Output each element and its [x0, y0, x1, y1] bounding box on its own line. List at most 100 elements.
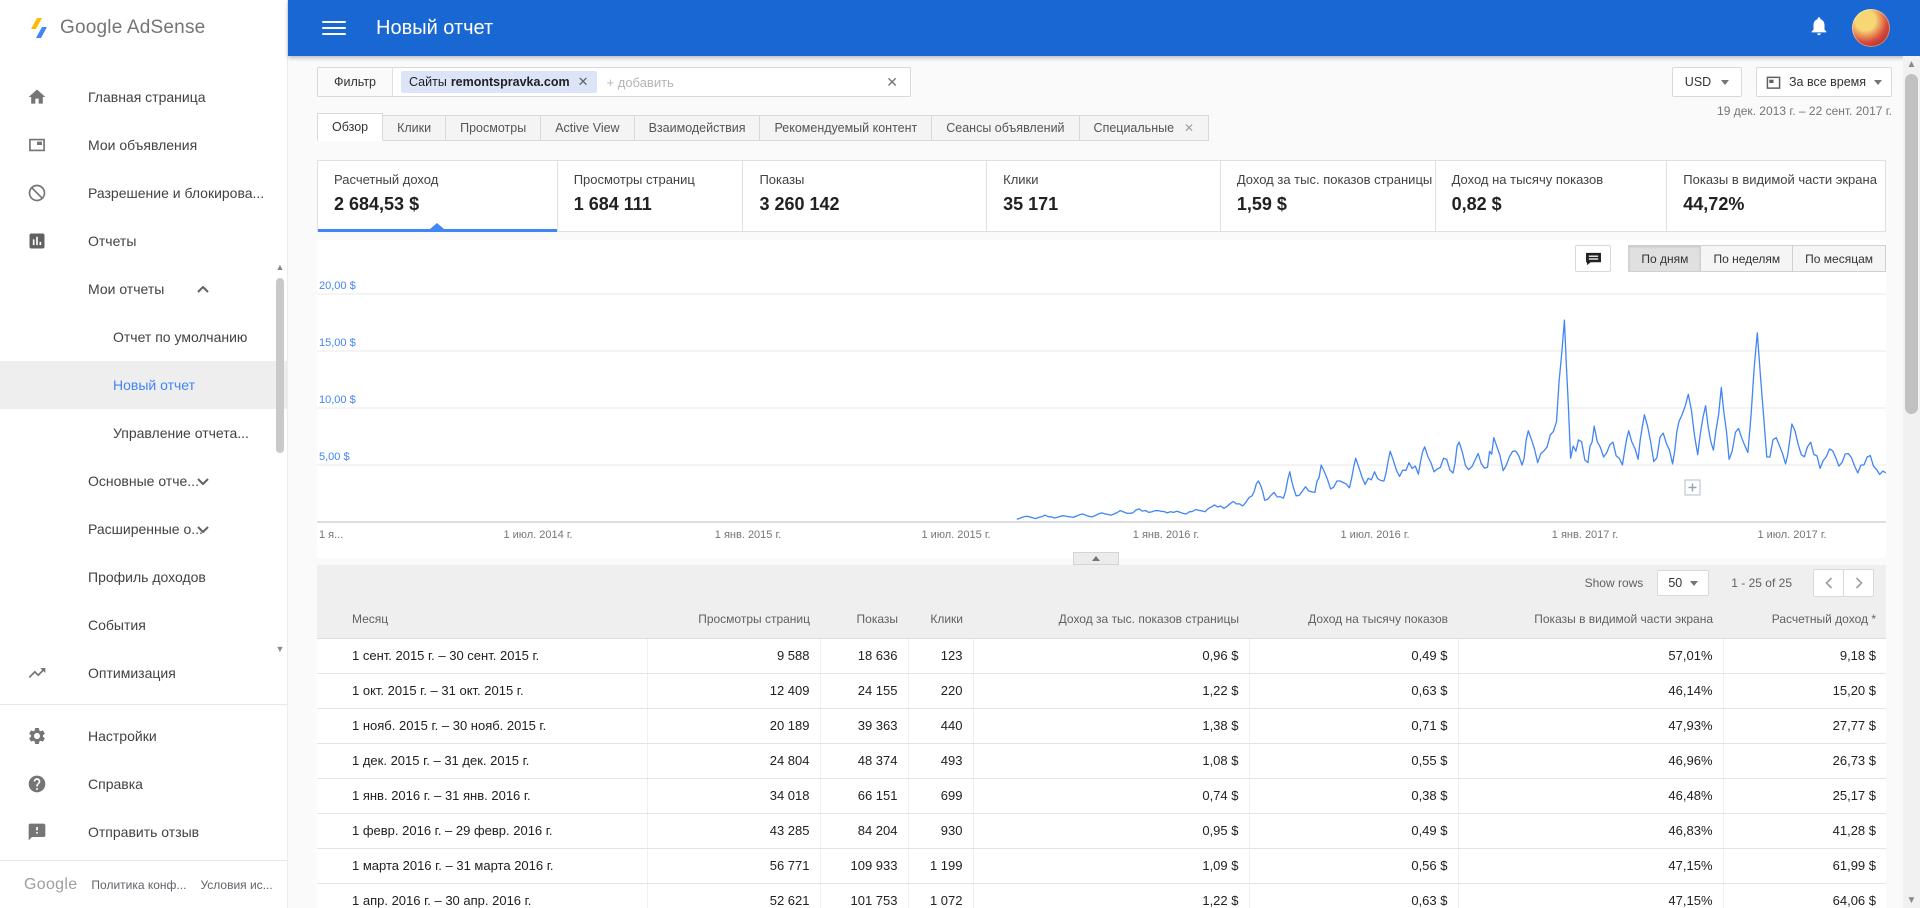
sidebar-item-feedback[interactable]: Отправить отзыв: [0, 808, 287, 856]
metric-card-estimated-earnings[interactable]: Расчетный доход 2 684,53 $: [318, 161, 558, 232]
col-header-clicks[interactable]: Клики: [908, 601, 973, 639]
scroll-up-icon[interactable]: ▲: [275, 262, 285, 272]
tab-ad-sessions[interactable]: Сеансы объявлений: [931, 115, 1080, 141]
metric-label: Расчетный доход: [334, 172, 439, 187]
notifications-bell-icon[interactable]: [1808, 15, 1830, 42]
user-avatar[interactable]: [1852, 9, 1890, 47]
col-header-page-views[interactable]: Просмотры страниц: [647, 601, 820, 639]
add-filter-placeholder[interactable]: + добавить: [607, 75, 674, 90]
metric-card-page-views[interactable]: Просмотры страниц 1 684 111: [558, 161, 744, 231]
cell: 699: [907, 778, 973, 814]
page-scrollbar[interactable]: ▲ ▼: [1903, 56, 1920, 908]
sidebar-scrollbar[interactable]: ▲ ▼: [275, 262, 285, 654]
prev-page-button[interactable]: [1813, 569, 1844, 597]
metric-card-viewability[interactable]: Показы в видимой части экрана 44,72%: [1667, 161, 1885, 231]
cell: 41,28 $: [1722, 813, 1886, 849]
col-header-viewability[interactable]: Показы в видимой части экрана: [1458, 601, 1723, 639]
scroll-down-icon[interactable]: ▼: [1903, 892, 1920, 908]
table-row: 1 марта 2016 г. – 31 марта 2016 г. 56 771…: [317, 848, 1886, 884]
tab-custom[interactable]: Специальные ✕: [1078, 115, 1210, 141]
sidebar-item-manage-reports[interactable]: Управление отчета...: [0, 409, 287, 457]
col-header-estimated-earnings[interactable]: Расчетный доход *: [1723, 601, 1886, 639]
tab-overview[interactable]: Обзор: [317, 113, 384, 141]
toggle-by-week[interactable]: По неделям: [1700, 245, 1794, 272]
sidebar-item-my-reports[interactable]: Мои отчеты: [0, 265, 287, 313]
tab-views[interactable]: Просмотры: [445, 115, 542, 141]
tab-recommended-content[interactable]: Рекомендуемый контент: [759, 115, 933, 141]
sidebar-item-advanced-reports[interactable]: Расширенные о...: [0, 505, 287, 553]
date-range-dropdown[interactable]: За все время: [1756, 67, 1892, 97]
tab-clicks[interactable]: Клики: [382, 115, 447, 141]
y-tick: 5,00 $: [319, 451, 350, 463]
sidebar-item-events[interactable]: События: [0, 601, 287, 649]
annotations-button[interactable]: [1575, 245, 1612, 272]
sidebar-item-home[interactable]: Главная страница: [0, 73, 287, 121]
sidebar-item-optimization[interactable]: Оптимизация: [0, 649, 287, 697]
sidebar-item-label: Отчет по умолчанию: [113, 329, 248, 345]
rows-per-page-select[interactable]: 50: [1657, 570, 1710, 596]
scroll-thumb[interactable]: [1905, 74, 1918, 414]
tab-label: Клики: [397, 121, 432, 135]
cell: 0,63 $: [1248, 673, 1458, 709]
x-tick: 1 янв. 2015 г.: [715, 529, 781, 541]
toggle-by-day[interactable]: По дням: [1628, 245, 1702, 272]
reports-icon: [26, 230, 48, 252]
sidebar-item-blocking[interactable]: Разрешение и блокирова...: [0, 169, 287, 217]
sidebar-item-revenue-profile[interactable]: Профиль доходов: [0, 553, 287, 601]
sidebar-item-label: Мои отчеты: [88, 281, 165, 297]
currency-dropdown[interactable]: USD: [1672, 67, 1742, 97]
earnings-line-chart[interactable]: 20,00 $ 15,00 $ 10,00 $ 5,00 $ 1 я... 1 …: [317, 280, 1886, 550]
scroll-down-icon[interactable]: ▼: [275, 644, 285, 654]
col-header-month[interactable]: Месяц: [317, 601, 647, 639]
google-footer-logo: Google: [24, 875, 78, 893]
col-header-impression-rpm[interactable]: Доход на тысячу показов: [1249, 601, 1458, 639]
privacy-link[interactable]: Политика конф...: [91, 878, 186, 892]
cell-month: 1 февр. 2016 г. – 29 февр. 2016 г.: [317, 813, 647, 849]
report-content: Фильтр Сайты remontspravka.com ✕ + добав…: [288, 56, 1920, 908]
metric-card-impression-rpm[interactable]: Доход на тысячу показов 0,82 $: [1436, 161, 1668, 231]
sidebar-item-help[interactable]: Справка: [0, 760, 287, 808]
sidebar-item-label: Профиль доходов: [88, 569, 206, 585]
sidebar-item-settings[interactable]: Настройки: [0, 712, 287, 760]
tab-active-view[interactable]: Active View: [540, 115, 635, 141]
cell-month: 1 янв. 2016 г. – 31 янв. 2016 г.: [317, 778, 647, 814]
chip-close-icon[interactable]: ✕: [578, 74, 589, 90]
my-ads-icon: [26, 134, 48, 156]
col-header-impressions[interactable]: Показы: [820, 601, 908, 639]
cell: 109 933: [819, 848, 908, 884]
filter-clear-icon[interactable]: ✕: [886, 74, 898, 91]
cell: 0,49 $: [1248, 813, 1458, 849]
metric-value: 1 684 111: [573, 194, 652, 214]
adsense-logo[interactable]: Google AdSense: [0, 0, 287, 56]
metric-value: 0,82 $: [1451, 194, 1502, 214]
cell: 1,22 $: [972, 883, 1249, 908]
chart-panel: По дням По неделям По месяцам 20,00 $ 15…: [317, 240, 1886, 558]
metric-card-impressions[interactable]: Показы 3 260 142: [743, 161, 988, 231]
next-page-button[interactable]: [1843, 569, 1874, 597]
metric-card-page-rpm[interactable]: Доход за тыс. показов страницы 1,59 $: [1221, 161, 1436, 231]
sidebar-item-reports[interactable]: Отчеты: [0, 217, 287, 265]
terms-link[interactable]: Условия ис...: [200, 878, 272, 892]
sidebar-item-basic-reports[interactable]: Основные отче...: [0, 457, 287, 505]
sidebar-item-default-report[interactable]: Отчет по умолчанию: [0, 313, 287, 361]
collapse-chart-button[interactable]: [1073, 552, 1119, 565]
sidebar-scroll-thumb[interactable]: [276, 278, 284, 453]
cell: 46,48%: [1457, 778, 1723, 814]
tab-label: Просмотры: [460, 121, 527, 135]
x-tick: 1 июл. 2014 г.: [503, 529, 572, 541]
filter-bar[interactable]: Фильтр Сайты remontspravka.com ✕ + добав…: [317, 67, 911, 97]
col-header-page-rpm[interactable]: Доход за тыс. показов страницы: [973, 601, 1249, 639]
sidebar-item-label: Мои объявления: [88, 137, 198, 153]
metric-card-clicks[interactable]: Клики 35 171: [987, 161, 1221, 231]
scroll-up-icon[interactable]: ▲: [1903, 56, 1920, 72]
chip-value: remontspravka.com: [450, 75, 570, 89]
sidebar-item-new-report[interactable]: Новый отчет: [0, 361, 287, 409]
site-filter-chip[interactable]: Сайты remontspravka.com ✕: [401, 71, 597, 93]
sidebar-item-my-ads[interactable]: Мои объявления: [0, 121, 287, 169]
tab-close-icon[interactable]: ✕: [1184, 121, 1194, 135]
menu-icon[interactable]: [322, 17, 346, 39]
tab-interactions[interactable]: Взаимодействия: [633, 115, 761, 141]
sidebar-item-label: Главная страница: [88, 89, 206, 105]
caret-down-icon: [1874, 79, 1883, 85]
toggle-by-month[interactable]: По месяцам: [1792, 245, 1886, 272]
